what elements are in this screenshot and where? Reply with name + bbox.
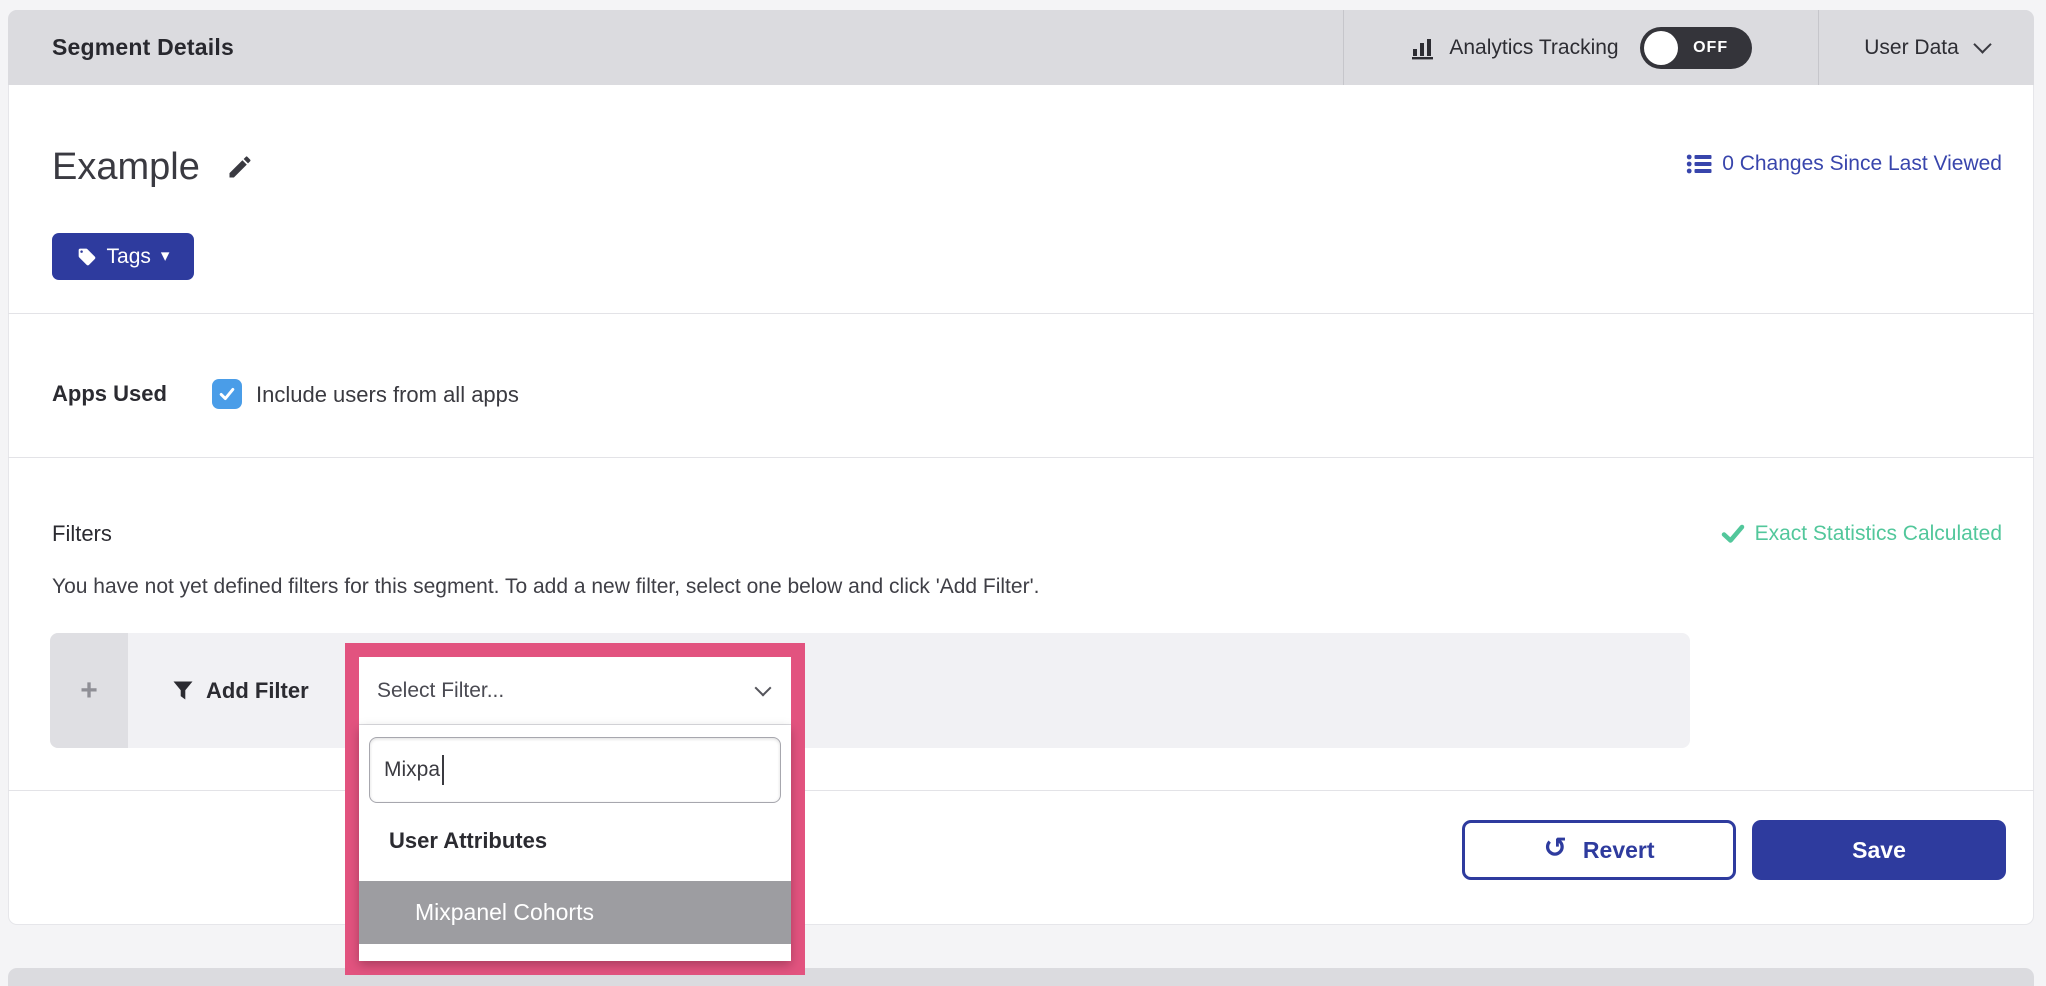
card-header-title-wrap: Segment Details xyxy=(8,10,1343,85)
segment-details-card xyxy=(8,10,2034,925)
list-icon xyxy=(1686,153,1712,175)
changes-link-label: 0 Changes Since Last Viewed xyxy=(1722,152,2002,176)
segment-name-row: Example xyxy=(52,140,254,194)
funnel-icon xyxy=(172,679,194,703)
changes-since-last-viewed-link[interactable]: 0 Changes Since Last Viewed xyxy=(1686,152,2002,176)
dropdown-group-header: User Attributes xyxy=(389,828,791,854)
dropdown-option-label: Mixpanel Cohorts xyxy=(415,899,594,926)
revert-icon: ↺ xyxy=(1543,834,1566,862)
section-divider xyxy=(8,790,2034,791)
edit-name-button[interactable] xyxy=(226,153,254,181)
include-all-apps-label: Include users from all apps xyxy=(256,382,519,408)
user-data-label: User Data xyxy=(1864,36,1959,60)
annotation-highlight-box: Select Filter... Mixpa User Attributes M… xyxy=(345,643,805,975)
save-button-label: Save xyxy=(1852,837,1906,864)
user-data-dropdown[interactable]: User Data xyxy=(1819,10,2034,85)
add-filter-label: Add Filter xyxy=(206,678,309,704)
segment-name: Example xyxy=(52,146,200,189)
exact-statistics-status: Exact Statistics Calculated xyxy=(1721,522,2002,546)
toggle-knob xyxy=(1644,31,1678,65)
select-filter-value: Select Filter... xyxy=(377,679,504,703)
page-title: Segment Details xyxy=(52,34,234,61)
filters-title: Filters xyxy=(52,521,112,547)
analytics-tracking-group: Analytics Tracking OFF xyxy=(1344,10,1818,85)
card-header: Segment Details Analytics Tracking OFF U… xyxy=(8,10,2034,85)
check-icon xyxy=(217,384,237,404)
toggle-state-label: OFF xyxy=(1693,39,1732,57)
section-divider xyxy=(8,313,2034,314)
chevron-down-icon xyxy=(1973,35,1991,53)
save-button[interactable]: Save xyxy=(1752,820,2006,880)
filter-dropdown-panel: Mixpa User Attributes Mixpanel Cohorts xyxy=(359,725,791,961)
section-divider xyxy=(8,457,2034,458)
add-filter-plus-button[interactable]: + xyxy=(50,633,128,748)
apps-used-label: Apps Used xyxy=(52,381,167,407)
include-all-apps-checkbox[interactable] xyxy=(212,379,242,409)
exact-statistics-label: Exact Statistics Calculated xyxy=(1755,522,2002,546)
select-filter-dropdown[interactable]: Select Filter... xyxy=(359,657,791,725)
text-cursor xyxy=(442,755,444,785)
revert-button[interactable]: ↺ Revert xyxy=(1462,820,1736,880)
analytics-tracking-label: Analytics Tracking xyxy=(1449,36,1618,60)
tag-icon xyxy=(77,247,97,267)
filter-search-input[interactable]: Mixpa xyxy=(369,737,781,803)
tags-button[interactable]: Tags ▾ xyxy=(52,233,194,280)
plus-icon: + xyxy=(80,676,98,706)
tags-button-label: Tags xyxy=(107,245,151,269)
filter-dropdown-wrap: Select Filter... Mixpa User Attributes M… xyxy=(359,657,791,961)
bar-chart-icon xyxy=(1410,35,1436,60)
caret-down-icon: ▾ xyxy=(161,248,170,265)
filters-empty-message: You have not yet defined filters for thi… xyxy=(52,575,1039,599)
revert-button-label: Revert xyxy=(1583,837,1655,864)
segment-details-page: Segment Details Analytics Tracking OFF U… xyxy=(0,0,2046,986)
dropdown-option-mixpanel-cohorts[interactable]: Mixpanel Cohorts xyxy=(359,881,791,944)
add-filter-label-group: Add Filter xyxy=(172,633,309,748)
next-panel-header-strip xyxy=(8,968,2034,986)
filter-search-value: Mixpa xyxy=(384,758,440,782)
add-filter-row: + Add Filter xyxy=(50,633,1690,748)
chevron-down-icon xyxy=(755,680,772,697)
check-icon xyxy=(1721,523,1745,545)
pencil-icon xyxy=(226,153,254,181)
analytics-tracking-toggle[interactable]: OFF xyxy=(1640,27,1752,69)
